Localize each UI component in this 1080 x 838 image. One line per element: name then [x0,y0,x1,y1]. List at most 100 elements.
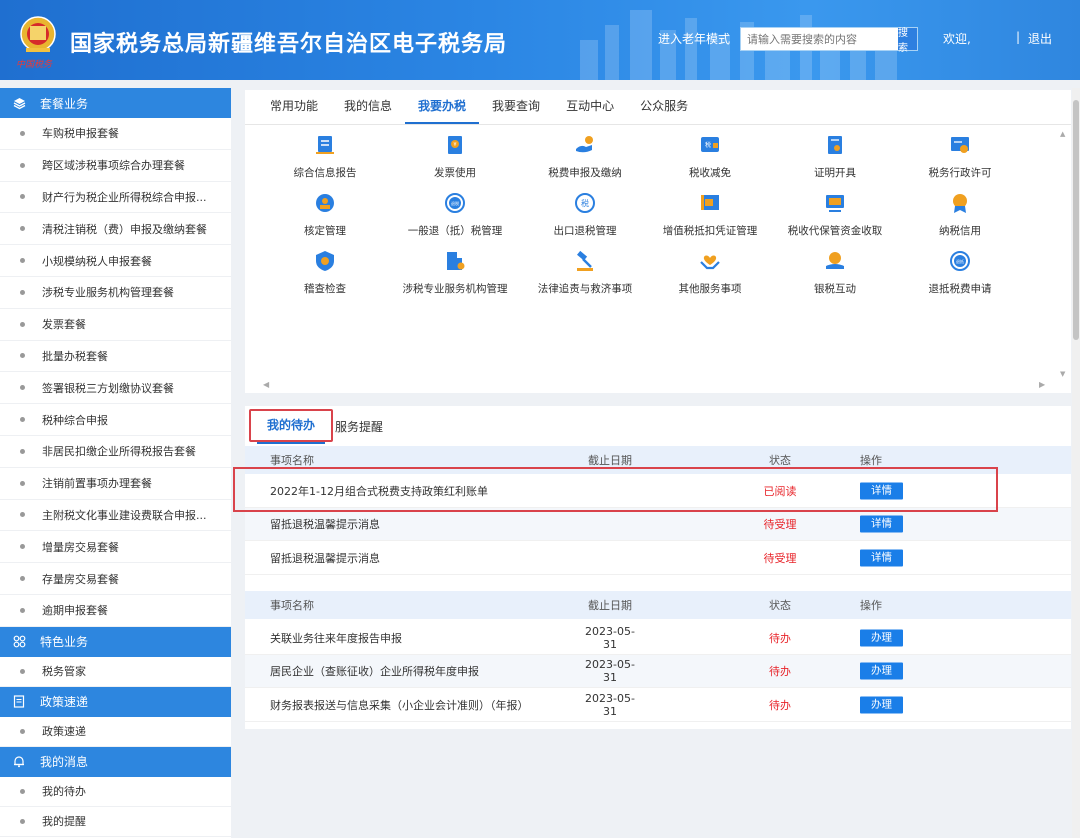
func-label: 法律追责与救济事项 [537,283,633,295]
bullet-dot [20,194,25,200]
page-scrollbar[interactable] [1072,88,1080,838]
bullet-dot [20,162,25,168]
func-label: 税收代保管资金收取 [787,225,883,237]
custody-fund-icon [824,192,846,214]
func-item[interactable]: 退抵 退抵税费申请 [895,250,1025,296]
report-icon [314,134,336,156]
func-label: 税务行政许可 [928,167,992,179]
tab-interaction[interactable]: 互动中心 [553,90,627,124]
func-item[interactable]: 纳税信用 [895,192,1025,238]
func-item[interactable]: 涉税专业服务机构管理 [390,250,520,296]
row-highlight-box [233,467,998,512]
sidebar-item[interactable]: 我的提醒 [0,807,231,837]
handle-button[interactable]: 办理 [860,696,903,714]
sidebar-item[interactable]: 涉税专业服务机构管理套餐 [0,277,231,309]
sidebar-item[interactable]: 增量房交易套餐 [0,531,231,564]
sidebar-item[interactable]: 存量房交易套餐 [0,563,231,595]
table-row: 关联业务往来年度报告申报 2023-05-31 待办 办理 [245,622,1071,655]
sidebar-section-label: 特色业务 [40,635,89,650]
tab-query[interactable]: 我要查询 [479,90,553,124]
sidebar-item[interactable]: 主附税文化事业建设费联合申报... [0,500,231,532]
func-item[interactable]: 税收代保管资金收取 [770,192,900,238]
search-button[interactable]: 搜索 [898,28,917,54]
func-item[interactable]: 退税 一般退（抵）税管理 [390,192,520,238]
function-horizontal-scrollbar[interactable]: ◀ ▶ [259,379,1049,389]
sidebar-item[interactable]: 我的待办 [0,777,231,807]
func-item[interactable]: 税务行政许可 [895,134,1025,180]
sidebar-item-label: 非居民扣缴企业所得税报告套餐 [42,445,196,459]
tab-common[interactable]: 常用功能 [257,90,331,124]
scrollbar-thumb[interactable] [1073,100,1079,340]
func-label: 一般退（抵）税管理 [407,225,503,237]
handle-button[interactable]: 办理 [860,629,903,647]
heart-hands-icon [699,250,721,272]
func-item[interactable]: 综合信息报告 [260,134,390,180]
sidebar-item[interactable]: 税务管家 [0,657,231,687]
sidebar-item-label: 发票套餐 [42,318,86,332]
sidebar-item[interactable]: 批量办税套餐 [0,341,231,373]
func-item[interactable]: 法律追责与救济事项 [520,250,650,296]
inspection-icon [314,250,336,272]
row-status: 待办 [769,699,791,712]
tab-highlight-box [249,409,333,442]
sidebar-section-policy[interactable]: 政策速递 [0,686,231,717]
sidebar-item[interactable]: 财产行为税企业所得税综合申报... [0,182,231,214]
function-vertical-scrollbar[interactable]: ▲ ▼ [1057,126,1069,378]
detail-button[interactable]: 详情 [860,549,903,567]
sidebar-item[interactable]: 非居民扣缴企业所得税报告套餐 [0,436,231,468]
func-item[interactable]: 税 税收减免 [645,134,775,180]
sidebar-item-label: 存量房交易套餐 [42,572,119,586]
tab-public-service[interactable]: 公众服务 [627,90,701,124]
function-panel: 常用功能 我的信息 我要办税 我要查询 互动中心 公众服务 综合信息报告 ¥ 发… [245,90,1071,393]
refund-apply-icon: 退抵 [949,250,971,272]
sidebar-section-messages[interactable]: 我的消息 [0,746,231,777]
row-deadline: 2023-05-31 [585,658,635,684]
func-item[interactable]: 增值税抵扣凭证管理 [645,192,775,238]
sidebar-item[interactable]: 逾期申报套餐 [0,595,231,627]
sidebar-item[interactable]: 清税注销税（费）申报及缴纳套餐 [0,213,231,246]
func-label: 发票使用 [434,167,476,179]
tab-service-reminder[interactable]: 服务提醒 [325,410,393,444]
sidebar-section-feature[interactable]: 特色业务 [0,626,231,657]
sidebar-item-label: 政策速递 [42,725,86,739]
sidebar-item[interactable]: 车购税申报套餐 [0,118,231,150]
func-item[interactable]: 证明开具 [770,134,900,180]
sidebar-item[interactable]: 税种综合申报 [0,404,231,436]
func-item[interactable]: 税 出口退税管理 [520,192,650,238]
elder-mode-link[interactable]: 进入老年模式 [658,30,730,47]
sidebar-item-label: 车购税申报套餐 [42,127,119,141]
search-input[interactable] [741,28,898,50]
col-name: 事项名称 [270,454,314,467]
sidebar-item[interactable]: 注销前置事项办理套餐 [0,468,231,500]
invoice-icon: ¥ [444,134,466,156]
detail-button[interactable]: 详情 [860,515,903,533]
row-status: 待受理 [763,518,797,531]
sidebar-item-label: 签署银税三方划缴协议套餐 [42,381,174,395]
sidebar-section-package[interactable]: 套餐业务 [0,88,231,118]
sidebar-item[interactable]: 小规模纳税人申报套餐 [0,245,231,277]
func-item[interactable]: 其他服务事项 [645,250,775,296]
handle-button[interactable]: 办理 [860,662,903,680]
site-title: 国家税务总局新疆维吾尔自治区电子税务局 [70,32,508,57]
func-item[interactable]: ¥ 发票使用 [390,134,520,180]
bullet-dot [20,607,25,613]
table-row: 财务报表报送与信息采集（小企业会计准则）（年报） 2023-05-31 待办 办… [245,689,1071,722]
col-action: 操作 [860,599,882,612]
sidebar-item[interactable]: 发票套餐 [0,309,231,341]
search-box: 搜索 [740,27,918,54]
func-item[interactable]: 核定管理 [260,192,390,238]
sidebar-item[interactable]: 签署银税三方划缴协议套餐 [0,372,231,405]
sidebar-item[interactable]: 跨区域涉税事项综合办理套餐 [0,150,231,182]
func-item[interactable]: 税费申报及缴纳 [520,134,650,180]
certificate-icon [824,134,846,156]
tab-my-info[interactable]: 我的信息 [331,90,405,124]
row-deadline: 2023-05-31 [585,692,635,718]
func-item[interactable]: 稽查检查 [260,250,390,296]
permit-icon [949,134,971,156]
col-status: 状态 [769,599,791,612]
row-status: 待办 [769,665,791,678]
func-item[interactable]: 银税互动 [770,250,900,296]
logout-link[interactable]: 退出 [1028,30,1052,47]
sidebar-item[interactable]: 政策速递 [0,717,231,747]
tab-do-tax[interactable]: 我要办税 [405,90,480,124]
